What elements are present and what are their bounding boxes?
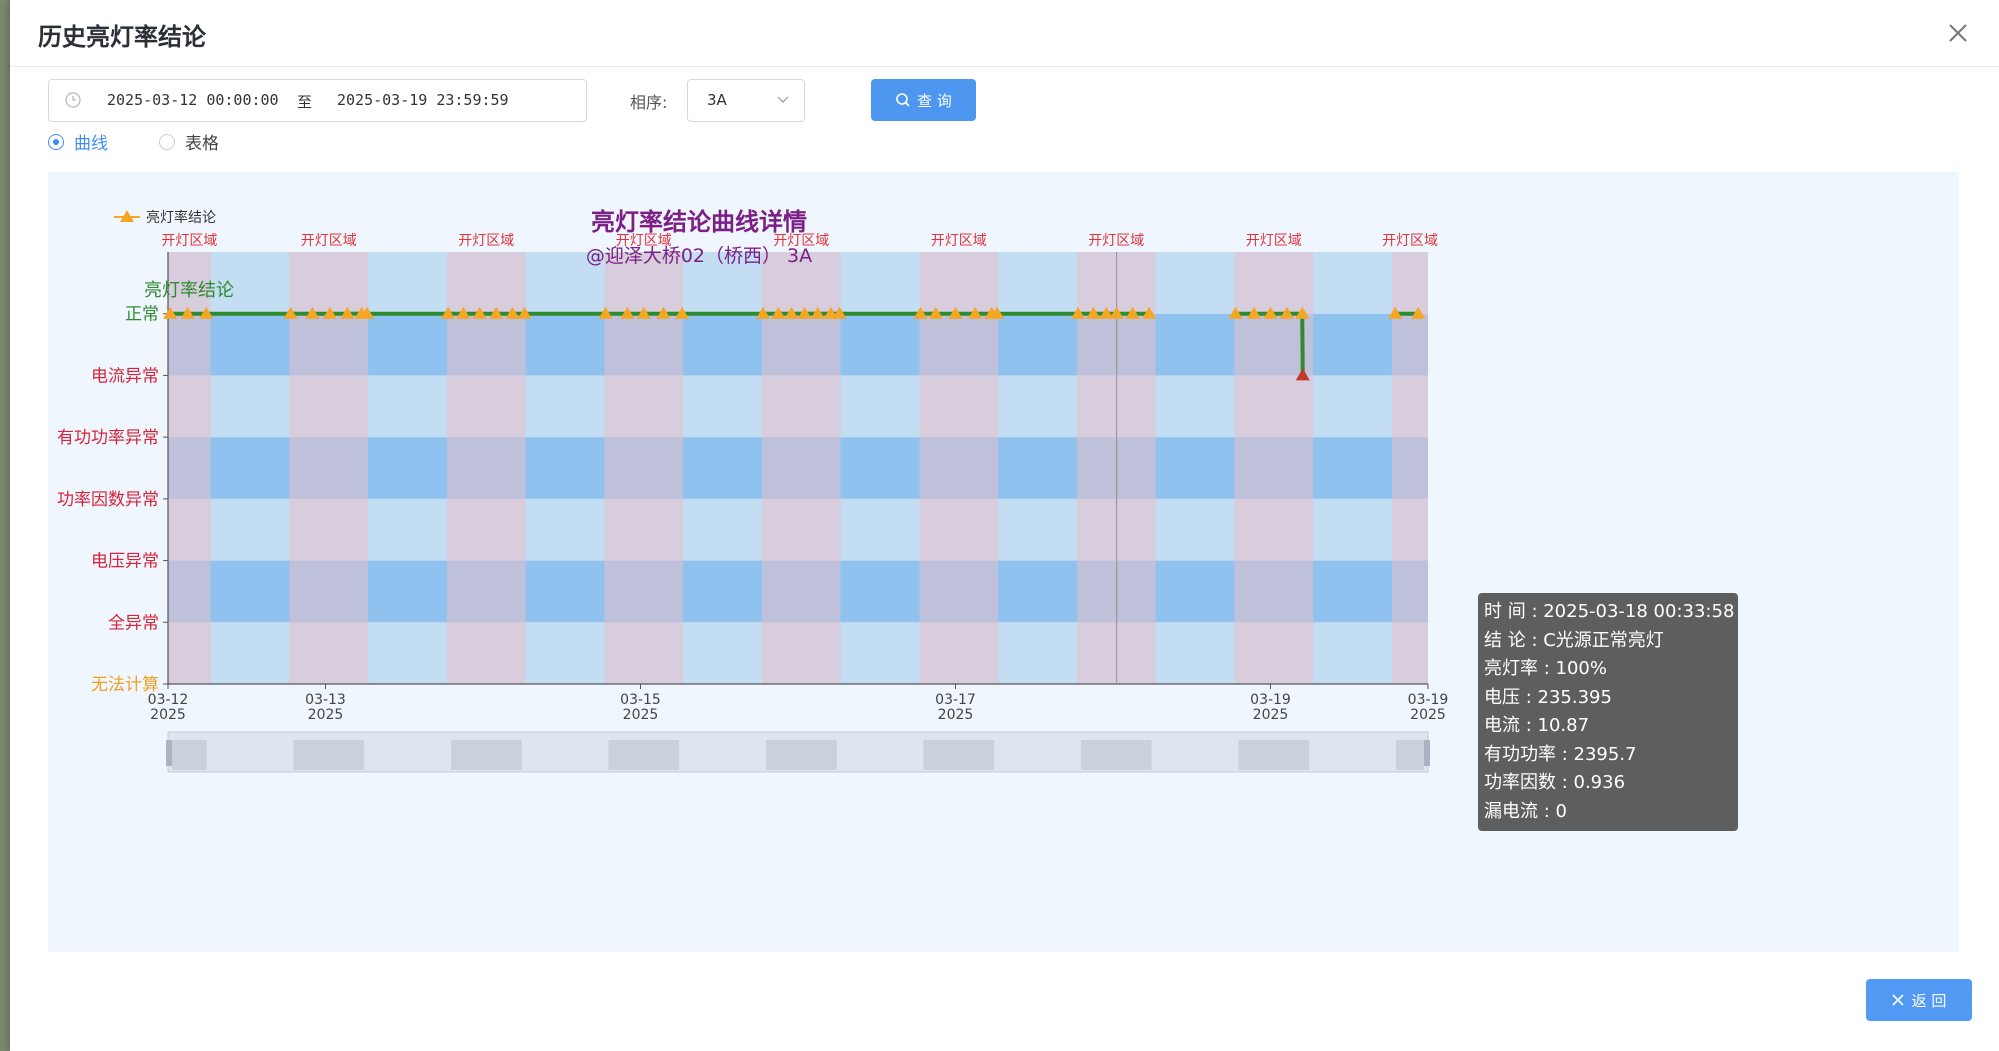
y-tick-label: 功率因数异常 [57, 490, 159, 510]
phase-label: 相序: [630, 93, 668, 112]
lights-on-region-label: 开灯区域 [458, 233, 514, 249]
x-tick-year-label: 2025 [1410, 707, 1446, 723]
datazoom-preview-block [1395, 740, 1424, 770]
y-axis-title: 亮灯率结论 [144, 280, 234, 301]
y-tick-label: 电压异常 [91, 552, 159, 572]
date-range-picker[interactable]: 2025-03-12 00:00:00 至 2025-03-19 23:59:5… [48, 79, 587, 122]
tooltip-conclusion: 结 论 : C光源正常亮灯 [1484, 629, 1664, 651]
end-datetime[interactable]: 2025-03-19 23:59:59 [337, 91, 509, 109]
dialog-title: 历史亮灯率结论 [38, 23, 206, 51]
datazoom-preview-block [293, 740, 365, 770]
datazoom-preview-block [608, 740, 680, 770]
lights-on-region-label: 开灯区域 [1088, 233, 1144, 249]
datazoom-preview-block [1080, 740, 1152, 770]
dialog-header: 历史亮灯率结论 [10, 0, 1999, 67]
datazoom-preview-block [765, 740, 837, 770]
x-tick-label: 03-19 [1408, 692, 1449, 708]
datazoom-left-handle [166, 740, 172, 766]
y-tick-label: 有功功率异常 [57, 428, 159, 448]
legend-label: 亮灯率结论 [146, 209, 216, 226]
datazoom-preview-block [1238, 740, 1310, 770]
search-icon [896, 93, 910, 107]
lights-on-region-label: 开灯区域 [1246, 233, 1302, 249]
x-tick-year-label: 2025 [1253, 707, 1289, 723]
datazoom-preview-block [923, 740, 995, 770]
x-tick-label: 03-19 [1250, 692, 1291, 708]
x-tick-year-label: 2025 [623, 707, 659, 723]
chart-tooltip: 时 间 : 2025-03-18 00:33:58 结 论 : C光源正常亮灯 … [1478, 593, 1738, 831]
y-tick-label: 正常 [125, 305, 159, 325]
tooltip-leakage: 漏电流 : 0 [1484, 800, 1567, 822]
tooltip-light-rate: 亮灯率 : 100% [1484, 658, 1607, 679]
range-separator: 至 [297, 93, 313, 111]
tooltip-voltage: 电压 : 235.395 [1484, 686, 1612, 708]
tooltip-active-power: 有功功率 : 2395.7 [1484, 743, 1637, 765]
radio-table[interactable]: 表格 [159, 129, 219, 154]
x-tick-label: 03-13 [305, 692, 346, 708]
radio-curve[interactable]: 曲线 [48, 129, 108, 154]
phase-select[interactable]: 3A [687, 79, 805, 122]
conclusion-chart[interactable]: 开灯区域 开灯区域 开灯区域 开灯区域 开灯区域 开灯区域 开灯区域 开灯区域 开灯区域无法计算… [48, 172, 1959, 952]
datazoom-right-handle [1424, 740, 1430, 766]
close-icon[interactable] [1945, 20, 1971, 46]
chart-panel: 开灯区域 开灯区域 开灯区域 开灯区域 开灯区域 开灯区域 开灯区域 开灯区域 开灯区域 无法计算… [48, 172, 1959, 952]
chevron-down-icon [777, 96, 789, 103]
x-tick-year-label: 2025 [150, 707, 186, 723]
chart-title: 亮灯率结论曲线详情 [591, 208, 807, 236]
lights-on-region-label: 开灯区域 [1382, 233, 1438, 249]
radio-table-dot [159, 133, 175, 150]
series-line-segment [1300, 313, 1305, 376]
lights-on-region-label: 开灯区域 [931, 233, 987, 249]
query-button[interactable]: 查 询 [871, 79, 976, 121]
clock-icon [65, 92, 81, 108]
close-icon [1892, 994, 1904, 1006]
radio-curve-dot [48, 133, 64, 150]
tooltip-current: 电流 : 10.87 [1484, 715, 1590, 736]
phase-select-value: 3A [707, 91, 727, 109]
datazoom-preview-block [450, 740, 522, 770]
history-dialog: 历史亮灯率结论 2025-03-12 00:00:00 至 2025-03-19… [10, 0, 1999, 1051]
chart-subtitle: @迎泽大桥02（桥西） 3A [586, 245, 812, 267]
y-tick-label: 全异常 [108, 613, 159, 633]
lights-on-region-label: 开灯区域 [161, 233, 217, 249]
start-datetime[interactable]: 2025-03-12 00:00:00 [107, 91, 279, 109]
x-tick-label: 03-17 [935, 692, 976, 708]
x-tick-year-label: 2025 [308, 707, 344, 723]
return-button-label: 返 回 [1911, 991, 1947, 1010]
x-tick-label: 03-12 [148, 692, 189, 708]
datazoom-preview-block [172, 740, 207, 770]
return-button[interactable]: 返 回 [1866, 979, 1972, 1021]
radio-curve-label: 曲线 [74, 134, 108, 154]
query-button-label: 查 询 [917, 91, 952, 110]
radio-table-label: 表格 [185, 134, 219, 154]
tooltip-power-factor: 功率因数 : 0.936 [1484, 772, 1626, 793]
x-tick-label: 03-15 [620, 692, 661, 708]
y-tick-label: 电流异常 [91, 366, 159, 386]
x-tick-year-label: 2025 [938, 707, 974, 723]
tooltip-time: 时 间 : 2025-03-18 00:33:58 [1484, 601, 1735, 622]
lights-on-region-label: 开灯区域 [301, 233, 357, 249]
